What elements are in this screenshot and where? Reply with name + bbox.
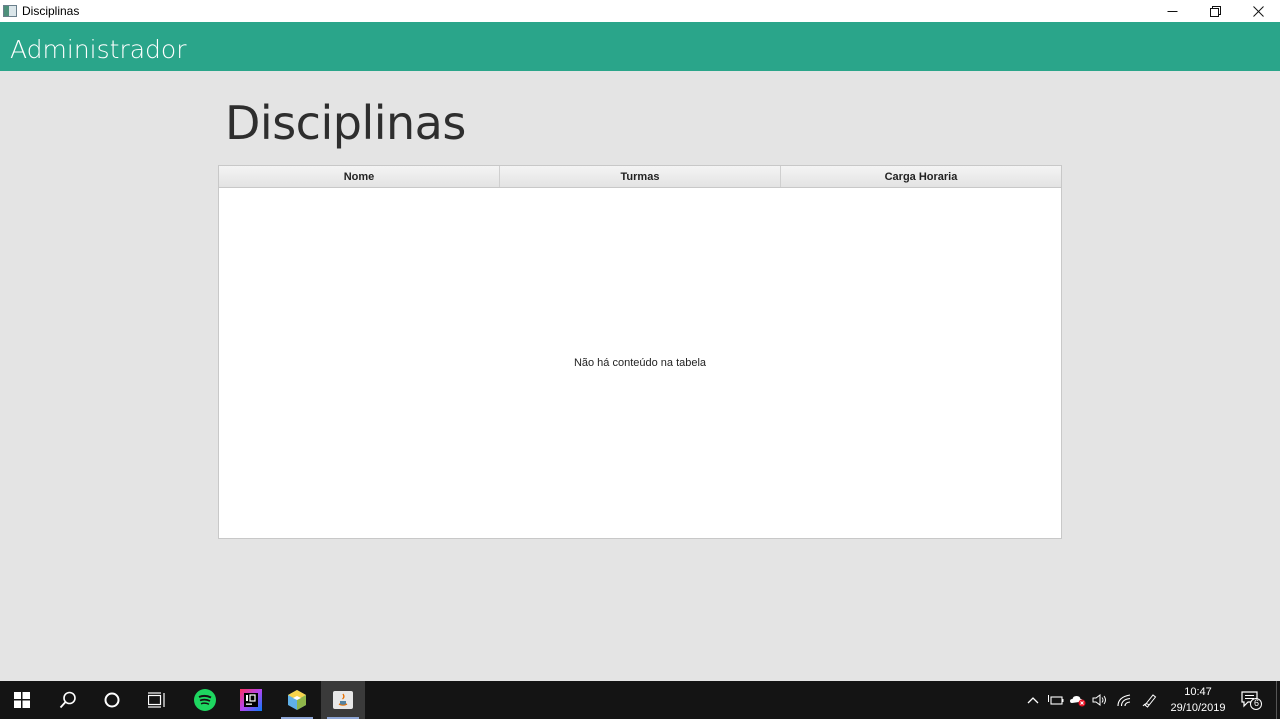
close-button[interactable] bbox=[1237, 0, 1280, 22]
intellij-icon bbox=[240, 689, 262, 711]
java-icon bbox=[333, 691, 353, 709]
clock-time: 10:47 bbox=[1184, 686, 1212, 698]
window-controls bbox=[1151, 0, 1280, 22]
onedrive-tray[interactable] bbox=[1068, 681, 1088, 719]
battery-tray[interactable] bbox=[1046, 681, 1066, 719]
close-icon bbox=[1253, 5, 1264, 17]
netbeans-icon bbox=[288, 690, 306, 710]
show-desktop-button[interactable] bbox=[1276, 681, 1280, 719]
task-view-icon bbox=[148, 692, 165, 708]
column-header-carga-horaria[interactable]: Carga Horaria bbox=[781, 166, 1061, 187]
volume-tray[interactable] bbox=[1090, 681, 1110, 719]
restore-button[interactable] bbox=[1194, 0, 1237, 22]
wifi-icon bbox=[1117, 694, 1131, 707]
taskbar-app-netbeans[interactable] bbox=[275, 681, 319, 719]
clock-date: 29/10/2019 bbox=[1170, 702, 1226, 714]
column-header-nome[interactable]: Nome bbox=[219, 166, 500, 187]
windows-start-icon bbox=[14, 692, 30, 708]
search-icon bbox=[59, 691, 76, 709]
app-header: Administrador bbox=[0, 22, 1280, 71]
start-button[interactable] bbox=[0, 681, 44, 719]
page-title: Disciplinas bbox=[225, 96, 466, 150]
table-empty-message: Não há conteúdo na tabela bbox=[573, 357, 707, 369]
window-title: Disciplinas bbox=[22, 4, 80, 18]
action-center-button[interactable]: 6 bbox=[1234, 681, 1268, 719]
table-header: Nome Turmas Carga Horaria bbox=[219, 166, 1061, 188]
column-header-turmas[interactable]: Turmas bbox=[500, 166, 781, 187]
spotify-icon bbox=[194, 689, 216, 711]
taskbar: 10:47 29/10/2019 6 bbox=[0, 681, 1280, 719]
taskbar-app-java[interactable] bbox=[321, 681, 365, 719]
battery-icon bbox=[1048, 695, 1064, 705]
task-view-button[interactable] bbox=[135, 681, 179, 719]
taskbar-clock[interactable]: 10:47 29/10/2019 bbox=[1165, 684, 1231, 716]
minimize-button[interactable] bbox=[1151, 0, 1194, 22]
volume-icon bbox=[1092, 694, 1106, 706]
app-window-icon bbox=[3, 5, 17, 17]
taskbar-app-intellij[interactable] bbox=[229, 681, 273, 719]
taskbar-app-spotify[interactable] bbox=[183, 681, 227, 719]
window-title-bar: Disciplinas bbox=[0, 0, 1280, 22]
table-body[interactable]: Não há conteúdo na tabela bbox=[219, 188, 1061, 538]
pen-icon bbox=[1142, 694, 1157, 708]
disciplinas-table[interactable]: Nome Turmas Carga Horaria Não há conteúd… bbox=[218, 165, 1062, 539]
header-title: Administrador bbox=[10, 35, 187, 64]
pen-workspace-tray[interactable] bbox=[1139, 681, 1161, 719]
cloud-error-icon bbox=[1070, 696, 1086, 707]
notification-count-badge: 6 bbox=[1253, 698, 1259, 708]
minimize-icon bbox=[1167, 10, 1178, 12]
show-hidden-icons-button[interactable] bbox=[1024, 681, 1042, 719]
cortana-button[interactable] bbox=[90, 681, 134, 719]
search-button[interactable] bbox=[46, 681, 90, 719]
cortana-icon bbox=[104, 692, 120, 708]
restore-icon bbox=[1210, 5, 1221, 17]
chevron-up-icon bbox=[1027, 697, 1039, 704]
network-tray[interactable] bbox=[1114, 681, 1136, 719]
